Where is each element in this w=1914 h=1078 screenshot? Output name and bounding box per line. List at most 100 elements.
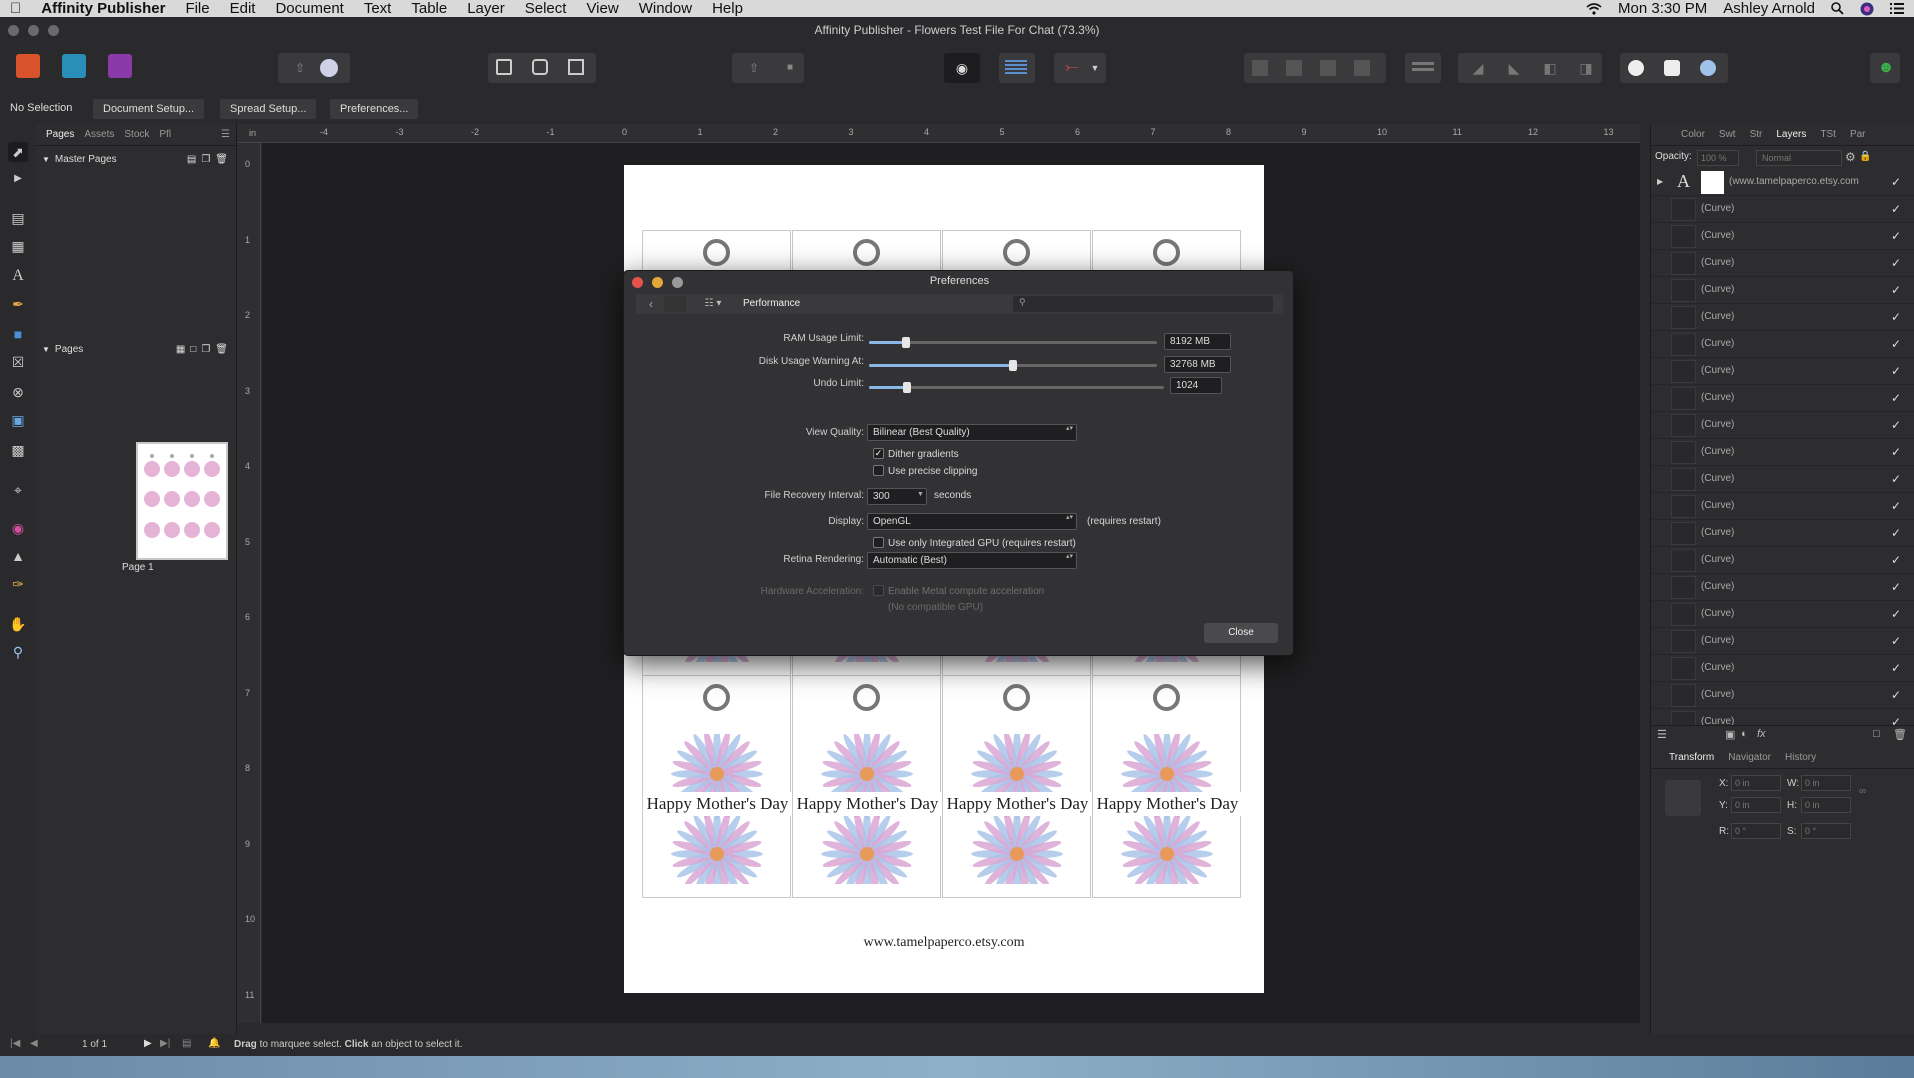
- blend-mode-select[interactable]: Normal: [1756, 150, 1842, 166]
- tab-text-styles[interactable]: TSt: [1820, 129, 1836, 140]
- layer-visibility-checkbox[interactable]: ✓: [1891, 283, 1901, 297]
- layer-row-curve[interactable]: (Curve) ✓: [1651, 385, 1914, 412]
- back-button[interactable]: ‹: [640, 296, 662, 312]
- layer-row-curve[interactable]: (Curve) ✓: [1651, 277, 1914, 304]
- bleed-view-icon[interactable]: [568, 59, 584, 75]
- rotation-field[interactable]: 0 °: [1731, 823, 1781, 839]
- pen-tool-icon[interactable]: ✒: [8, 294, 28, 314]
- layer-visibility-checkbox[interactable]: ✓: [1891, 688, 1901, 702]
- layer-row-curve[interactable]: (Curve) ✓: [1651, 601, 1914, 628]
- anchor-grid[interactable]: [1665, 780, 1701, 816]
- menu-window[interactable]: Window: [629, 0, 702, 17]
- ram-slider[interactable]: [869, 337, 1157, 348]
- tab-color[interactable]: Color: [1681, 129, 1705, 140]
- table-tool-icon[interactable]: ▦: [8, 236, 28, 256]
- layers-stack-icon[interactable]: ☰: [1657, 728, 1667, 741]
- studio-icon[interactable]: [320, 59, 338, 77]
- ellipse-frame-tool-icon[interactable]: ⊗: [8, 382, 28, 402]
- layer-visibility-checkbox[interactable]: ✓: [1891, 445, 1901, 459]
- layer-visibility-checkbox[interactable]: ✓: [1891, 472, 1901, 486]
- apple-icon[interactable]: : [0, 0, 31, 17]
- text-wrap-icon[interactable]: [1005, 60, 1027, 76]
- tab-transform[interactable]: Transform: [1669, 752, 1714, 763]
- artistic-text-tool-icon[interactable]: A: [8, 266, 28, 286]
- menubar-user[interactable]: Ashley Arnold: [1723, 0, 1815, 17]
- first-page-icon[interactable]: |◀: [10, 1038, 20, 1049]
- h-field[interactable]: 0 in: [1801, 797, 1851, 813]
- spread-setup-button[interactable]: Spread Setup...: [220, 99, 317, 119]
- menu-layer[interactable]: Layer: [457, 0, 515, 17]
- tab-stroke[interactable]: Str: [1750, 129, 1763, 140]
- undo-value-field[interactable]: 1024: [1170, 377, 1222, 394]
- next-page-icon[interactable]: ▶: [144, 1038, 152, 1049]
- panel-menu-icon[interactable]: ☰: [221, 129, 236, 140]
- rotate-left-icon[interactable]: ◧: [1538, 56, 1562, 80]
- window-zoom-button[interactable]: [48, 25, 59, 36]
- intersect-boolean-icon[interactable]: [1700, 60, 1716, 76]
- close-preferences-button[interactable]: Close: [1204, 623, 1278, 643]
- layer-row-curve[interactable]: (Curve) ✓: [1651, 682, 1914, 709]
- ram-value-field[interactable]: 8192 MB: [1164, 333, 1231, 350]
- layer-visibility-checkbox[interactable]: ✓: [1891, 256, 1901, 270]
- page-thumbnail[interactable]: [136, 442, 228, 560]
- window-close-button[interactable]: [8, 25, 19, 36]
- mask-icon[interactable]: ▣: [1725, 728, 1735, 741]
- eyedropper-tool-icon[interactable]: ✑: [8, 574, 28, 594]
- notification-center-icon[interactable]: [1890, 3, 1904, 14]
- picture-frame-tool-icon[interactable]: ☒: [8, 352, 28, 372]
- tab-history[interactable]: History: [1785, 752, 1816, 763]
- layer-visibility-checkbox[interactable]: ✓: [1891, 364, 1901, 378]
- move-to-back-icon[interactable]: [1252, 60, 1268, 76]
- account-icon[interactable]: ☻: [1874, 56, 1898, 80]
- layer-row-curve[interactable]: (Curve) ✓: [1651, 223, 1914, 250]
- y-field[interactable]: 0 in: [1731, 797, 1781, 813]
- w-field[interactable]: 0 in: [1801, 775, 1851, 791]
- tab-pages[interactable]: Pages: [46, 129, 74, 140]
- last-page-icon[interactable]: ▶|: [160, 1038, 170, 1049]
- document-setup-button[interactable]: Document Setup...: [93, 99, 205, 119]
- view-quality-select[interactable]: Bilinear (Best Quality): [867, 424, 1077, 441]
- menu-help[interactable]: Help: [702, 0, 753, 17]
- rectangle-tool-icon[interactable]: ■: [8, 324, 28, 344]
- layer-visibility-checkbox[interactable]: ✓: [1891, 553, 1901, 567]
- layer-row-curve[interactable]: (Curve) ✓: [1651, 547, 1914, 574]
- rotate-right-icon[interactable]: ◨: [1574, 56, 1598, 80]
- add-layer-icon[interactable]: □: [1873, 728, 1880, 740]
- gift-tag[interactable]: Happy Mother's Day: [1092, 675, 1242, 898]
- page-spread-icon[interactable]: ▤: [182, 1038, 191, 1049]
- layer-visibility-checkbox[interactable]: ✓: [1891, 310, 1901, 324]
- add-boolean-icon[interactable]: [1628, 60, 1644, 76]
- siri-icon[interactable]: [1860, 2, 1874, 16]
- preview-view-icon[interactable]: [532, 59, 548, 75]
- layer-row-curve[interactable]: (Curve) ✓: [1651, 331, 1914, 358]
- tab-paragraph[interactable]: Par: [1850, 129, 1866, 140]
- layer-row-curve[interactable]: (Curve) ✓: [1651, 250, 1914, 277]
- photo-persona-icon[interactable]: [62, 54, 86, 78]
- share-icon[interactable]: ⇧: [288, 56, 312, 80]
- add-page-icon[interactable]: □: [190, 344, 196, 355]
- layer-row-curve[interactable]: (Curve) ✓: [1651, 412, 1914, 439]
- layer-row-curve[interactable]: (Curve) ✓: [1651, 304, 1914, 331]
- layer-visibility-checkbox[interactable]: ✓: [1891, 229, 1901, 243]
- layer-visibility-checkbox[interactable]: ✓: [1891, 337, 1901, 351]
- place-image-tool-icon[interactable]: ▣: [8, 410, 28, 430]
- disk-slider[interactable]: [869, 360, 1157, 371]
- crop-tool-icon[interactable]: ⌖: [8, 480, 28, 500]
- layer-row-curve[interactable]: (Curve) ✓: [1651, 466, 1914, 493]
- stop-icon[interactable]: ■: [778, 56, 802, 80]
- layer-visibility-checkbox[interactable]: ✓: [1891, 418, 1901, 432]
- previous-page-icon[interactable]: ◀: [30, 1038, 38, 1049]
- gift-tag[interactable]: Happy Mother's Day: [942, 675, 1092, 898]
- layer-row-curve[interactable]: (Curve) ✓: [1651, 493, 1914, 520]
- layer-visibility-checkbox[interactable]: ✓: [1891, 607, 1901, 621]
- menubar-clock[interactable]: Mon 3:30 PM: [1618, 0, 1707, 17]
- duplicate-master-icon[interactable]: ❐: [201, 154, 210, 165]
- menu-file[interactable]: File: [175, 0, 219, 17]
- layer-visibility-checkbox[interactable]: ✓: [1891, 580, 1901, 594]
- preferences-button[interactable]: Preferences...: [330, 99, 419, 119]
- layer-row-curve[interactable]: (Curve) ✓: [1651, 574, 1914, 601]
- opacity-field[interactable]: 100 %: [1697, 150, 1739, 166]
- move-to-front-icon[interactable]: [1354, 60, 1370, 76]
- color-picker-tool-icon[interactable]: ◉: [8, 518, 28, 538]
- layer-row-curve[interactable]: (Curve) ✓: [1651, 439, 1914, 466]
